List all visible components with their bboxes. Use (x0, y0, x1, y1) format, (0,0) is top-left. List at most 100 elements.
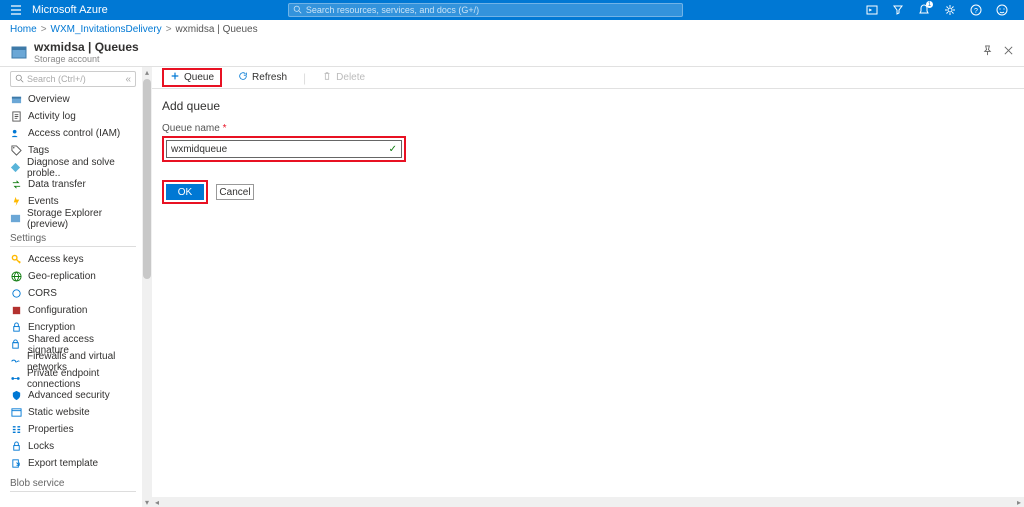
chevron-left-icon[interactable]: ◂ (152, 497, 162, 507)
chevron-down-icon[interactable]: ▾ (142, 497, 152, 507)
settings-icon[interactable] (944, 4, 956, 16)
content-area: Queue Refresh | Delete Add queue Queue n… (152, 67, 1024, 507)
notifications-icon[interactable]: 1 (918, 4, 930, 16)
directory-filter-icon[interactable] (892, 4, 904, 16)
overview-icon (10, 94, 22, 106)
divider (10, 246, 136, 247)
chevron-right-icon[interactable]: ▸ (1014, 497, 1024, 507)
checkmark-icon: ✓ (389, 144, 397, 155)
plus-icon (170, 71, 180, 84)
sidebar-item-label: Diagnose and solve proble.. (27, 157, 136, 179)
sidebar-item-label: Access keys (28, 254, 84, 265)
breadcrumb: Home > WXM_InvitationsDelivery > wxmidsa… (0, 20, 1024, 36)
chevron-right-icon: > (166, 24, 172, 35)
cloud-shell-icon[interactable] (866, 4, 878, 16)
sidebar-item-config[interactable]: Configuration (10, 302, 136, 319)
sidebar-item-export[interactable]: Export template (10, 455, 136, 472)
form-title: Add queue (162, 99, 1014, 113)
toolbar-button-label: Queue (184, 72, 214, 83)
svg-text:?: ? (974, 8, 978, 15)
sidebar-group-settings: Settings (10, 233, 136, 244)
sidebar-item-label: Storage Explorer (preview) (27, 208, 136, 230)
configuration-icon (10, 305, 22, 317)
add-queue-button[interactable]: Queue (162, 68, 222, 87)
lock-icon (10, 441, 22, 453)
divider (10, 491, 136, 492)
toolbar-button-label: Delete (336, 72, 365, 83)
sidebar-item-label: Advanced security (28, 390, 110, 401)
sidebar-item-static[interactable]: Static website (10, 404, 136, 421)
breadcrumb-level1[interactable]: WXM_InvitationsDelivery (51, 24, 162, 35)
shield-icon (10, 390, 22, 402)
diagnose-icon (10, 162, 21, 174)
horizontal-scrollbar[interactable]: ◂ ▸ (152, 497, 1024, 507)
events-icon (10, 196, 22, 208)
refresh-button[interactable]: Refresh (234, 69, 291, 86)
breadcrumb-current: wxmidsa | Queues (176, 24, 258, 35)
sidebar-item-activity[interactable]: Activity log (10, 108, 136, 125)
tags-icon (10, 145, 22, 157)
firewall-icon (10, 356, 21, 368)
ok-button[interactable]: OK (166, 184, 204, 200)
chevron-right-icon: > (41, 24, 47, 35)
access-control-icon (10, 128, 22, 140)
key-icon (10, 254, 22, 266)
sidebar-item-access-keys[interactable]: Access keys (10, 251, 136, 268)
global-search-placeholder: Search resources, services, and docs (G+… (306, 5, 479, 15)
global-search-input[interactable]: Search resources, services, and docs (G+… (288, 3, 683, 17)
sidebar-item-label: Geo-replication (28, 271, 96, 282)
divider: | (303, 71, 306, 85)
required-star: * (223, 123, 227, 134)
sidebar-item-label: CORS (28, 288, 57, 299)
sidebar-group-blob: Blob service (10, 478, 136, 489)
chevron-up-icon[interactable]: ▴ (142, 67, 152, 77)
sidebar-item-label: Private endpoint connections (27, 368, 136, 390)
sidebar-item-security[interactable]: Advanced security (10, 387, 136, 404)
close-icon[interactable] (1003, 45, 1014, 59)
sidebar-item-label: Export template (28, 458, 98, 469)
endpoint-icon (10, 373, 21, 385)
storage-explorer-icon (10, 213, 21, 225)
cancel-button[interactable]: Cancel (216, 184, 254, 200)
cors-icon (10, 288, 22, 300)
sidebar-item-label: Configuration (28, 305, 87, 316)
hamburger-menu[interactable] (10, 4, 22, 16)
sidebar-search-input[interactable]: Search (Ctrl+/) « (10, 71, 136, 87)
sidebar-item-label: Encryption (28, 322, 75, 333)
sidebar-item-geo[interactable]: Geo-replication (10, 268, 136, 285)
brand-label: Microsoft Azure (32, 4, 108, 16)
sidebar-item-iam[interactable]: Access control (IAM) (10, 125, 136, 142)
sidebar-item-label: Tags (28, 145, 49, 156)
resource-header: wxmidsa | Queues Storage account (0, 36, 1024, 67)
sidebar-item-label: Properties (28, 424, 74, 435)
globe-icon (10, 271, 22, 283)
help-icon[interactable]: ? (970, 4, 982, 16)
sidebar-item-explorer[interactable]: Storage Explorer (preview) (10, 210, 136, 227)
breadcrumb-home[interactable]: Home (10, 24, 37, 35)
sidebar-scrollbar[interactable]: ▴ ▾ (142, 67, 152, 507)
feedback-icon[interactable] (996, 4, 1008, 16)
export-icon (10, 458, 22, 470)
delete-button: Delete (318, 69, 369, 86)
sidebar-item-overview[interactable]: Overview (10, 91, 136, 108)
pin-icon[interactable] (982, 45, 993, 59)
sidebar-item-cors[interactable]: CORS (10, 285, 136, 302)
page-subtitle: Storage account (34, 54, 139, 64)
sidebar-item-diagnose[interactable]: Diagnose and solve proble.. (10, 159, 136, 176)
sidebar-item-label: Access control (IAM) (28, 128, 120, 139)
sidebar-search-placeholder: Search (Ctrl+/) (27, 74, 125, 84)
queue-name-input[interactable]: wxmidqueue ✓ (166, 140, 402, 158)
sidebar-item-endpoint[interactable]: Private endpoint connections (10, 370, 136, 387)
scrollbar-thumb[interactable] (143, 79, 151, 279)
input-value: wxmidqueue (171, 144, 227, 155)
collapse-icon[interactable]: « (125, 74, 131, 85)
properties-icon (10, 424, 22, 436)
storage-account-icon (10, 43, 28, 61)
trash-icon (322, 71, 332, 84)
activity-log-icon (10, 111, 22, 123)
sidebar-item-locks[interactable]: Locks (10, 438, 136, 455)
sidebar-item-data-transfer[interactable]: Data transfer (10, 176, 136, 193)
sidebar-item-properties[interactable]: Properties (10, 421, 136, 438)
refresh-icon (238, 71, 248, 84)
search-icon (15, 72, 24, 86)
